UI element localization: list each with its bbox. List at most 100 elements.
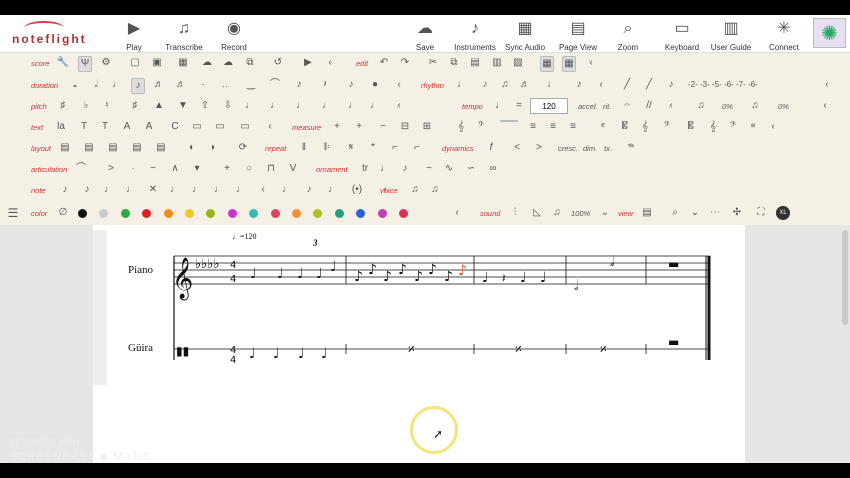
forte-icon[interactable]: f [484, 141, 498, 155]
segno-icon[interactable]: 𝄋 [344, 141, 358, 155]
eighth-note-icon[interactable]: ♪ [131, 78, 145, 94]
color-swatch[interactable] [227, 209, 237, 218]
color-swatch[interactable] [163, 209, 173, 218]
flat-icon[interactable]: ♭ [79, 99, 93, 113]
color-swatch[interactable] [249, 209, 259, 218]
bow-icon[interactable]: ⊓ [264, 162, 278, 176]
turn-icon[interactable]: ∽ [464, 162, 478, 176]
view-icon[interactable]: ✣ [730, 206, 744, 220]
score-tool-icon[interactable]: ▣ [150, 56, 164, 70]
chevron-down-icon[interactable]: ⌄ [688, 206, 702, 220]
voice-icon[interactable]: ♫ [428, 183, 442, 197]
cue-icon[interactable]: ● [368, 78, 382, 92]
whole-note-icon[interactable]: 𝅝 [68, 78, 82, 92]
color-swatch[interactable] [334, 209, 344, 218]
page-icon[interactable]: ▤ [640, 206, 654, 220]
color-swatch[interactable] [377, 209, 387, 218]
sound-icon[interactable]: ♫ [550, 206, 564, 220]
chord-icon[interactable]: C [168, 120, 182, 134]
measure-icon[interactable]: ⊟ [398, 120, 412, 134]
measure-icon[interactable]: ⊞ [420, 120, 434, 134]
color-swatch[interactable] [99, 209, 109, 218]
layout-icon[interactable]: ▤ [106, 141, 120, 155]
undo-icon[interactable]: ↶ [377, 56, 391, 70]
interval-icon[interactable]: ♩ [368, 99, 382, 113]
chevron-left-icon[interactable]: ‹ [664, 99, 678, 113]
rest-icon[interactable]: 𝄽 [318, 78, 332, 92]
key-icon[interactable]: ≡ [566, 120, 580, 134]
menu-icon[interactable]: ☰ [6, 206, 20, 220]
color-swatch[interactable] [356, 209, 366, 218]
harmonic-icon[interactable]: ○ [242, 162, 256, 176]
layout-icon[interactable]: ◗ [206, 141, 220, 155]
notehead-icon[interactable]: ♩ [168, 183, 182, 197]
key-icon[interactable]: ≡ [526, 120, 540, 134]
clef-icon[interactable]: 𝄥 [746, 120, 760, 134]
key-icon[interactable]: ≡ [546, 120, 560, 134]
slur-icon[interactable]: ⌒ [74, 162, 88, 176]
quarter-note-icon[interactable]: ♩ [493, 99, 507, 113]
text-t-icon[interactable]: T [98, 120, 112, 134]
rhythm-icon[interactable]: ♪ [572, 78, 586, 92]
note-icon[interactable]: ♪ [664, 78, 678, 92]
clef-icon[interactable]: 𝄢 [726, 120, 740, 134]
text-icon[interactable]: ▭ [213, 120, 227, 134]
chevron-left-icon[interactable]: ‹ [594, 78, 608, 92]
tuplet-numbers-icon[interactable]: -2- -3- -5- -6- -7- -6- [688, 78, 818, 92]
vertical-scrollbar[interactable] [842, 230, 848, 325]
caesura-icon[interactable]: // [642, 99, 656, 113]
marcato-icon[interactable]: ∧ [168, 162, 182, 176]
cut-icon[interactable]: ✂ [426, 56, 440, 70]
color-swatch[interactable] [206, 209, 216, 218]
down-arrow-icon[interactable]: ▼ [176, 99, 190, 113]
color-swatch[interactable] [78, 209, 87, 218]
stem-icon[interactable]: ♩ [326, 183, 340, 197]
notehead-icon[interactable]: ♪ [80, 183, 94, 197]
paren-icon[interactable]: (•) [350, 183, 364, 197]
cloud-icon[interactable]: ☁ [200, 56, 214, 70]
redo-icon[interactable]: ↷ [398, 56, 412, 70]
volta-icon[interactable]: ⌐ [410, 141, 424, 155]
user-avatar[interactable]: ✺ [813, 18, 846, 48]
mixer-icon[interactable]: ⫶ [508, 206, 522, 220]
chevron-left-icon[interactable]: ‹ [256, 183, 270, 197]
grace-note-icon[interactable]: ♪ [292, 78, 306, 92]
clipboard-icon[interactable]: ▥ [490, 56, 504, 70]
pedal-icon[interactable]: 𝆮 [624, 141, 638, 155]
octave-up-icon[interactable]: ⇧ [198, 99, 212, 113]
volta-icon[interactable]: ⌐ [388, 141, 402, 155]
interval-icon[interactable]: ♩ [243, 99, 257, 113]
delete-icon[interactable]: ▨ [511, 56, 525, 70]
notehead-icon[interactable]: ♩ [234, 183, 248, 197]
clef-icon[interactable]: 𝄞 [454, 120, 468, 134]
swing-icon[interactable]: ♫ [748, 99, 762, 113]
swing-percent-2[interactable]: 0% [778, 102, 789, 111]
crescendo-icon[interactable]: < [510, 141, 524, 155]
layout-icon[interactable]: ▤ [58, 141, 72, 155]
text-box-icon[interactable]: A [142, 120, 156, 134]
trill-icon[interactable]: tr [358, 162, 372, 176]
x-notehead-icon[interactable]: ✕ [146, 183, 160, 197]
natural-icon[interactable]: ♮ [100, 99, 114, 113]
rhythm-icon[interactable]: ♩ [545, 78, 559, 92]
fullscreen-icon[interactable]: ⛶ [754, 206, 768, 220]
staccato-icon[interactable]: · [126, 162, 140, 176]
layout-icon[interactable]: ▤ [154, 141, 168, 155]
time-sig-icon[interactable]: 𝄴 [596, 120, 610, 134]
color-swatch[interactable] [120, 209, 130, 218]
color-swatch[interactable] [185, 209, 194, 218]
staccatissimo-icon[interactable]: ▾ [190, 162, 204, 176]
cresc-text[interactable]: cresc. [558, 144, 578, 153]
quarter-note-icon[interactable]: ♩ [110, 78, 124, 92]
bass-clef-icon[interactable]: 𝄢 [474, 120, 488, 134]
half-note-icon[interactable]: 𝅗𝅥 [89, 78, 103, 92]
double-dot-icon[interactable]: ‥ [218, 78, 232, 92]
clef-icon[interactable]: 𝄞 [706, 120, 720, 134]
sound-percent[interactable]: 100% [571, 209, 590, 218]
sixteenth-note-icon[interactable]: ♬ [152, 78, 166, 92]
grid-icon[interactable]: ▦ [540, 56, 554, 72]
decrescendo-icon[interactable]: > [532, 141, 546, 155]
rit-text[interactable]: rit. [603, 102, 611, 111]
notehead-icon[interactable]: ♩ [102, 183, 116, 197]
color-swatch[interactable] [399, 209, 408, 218]
